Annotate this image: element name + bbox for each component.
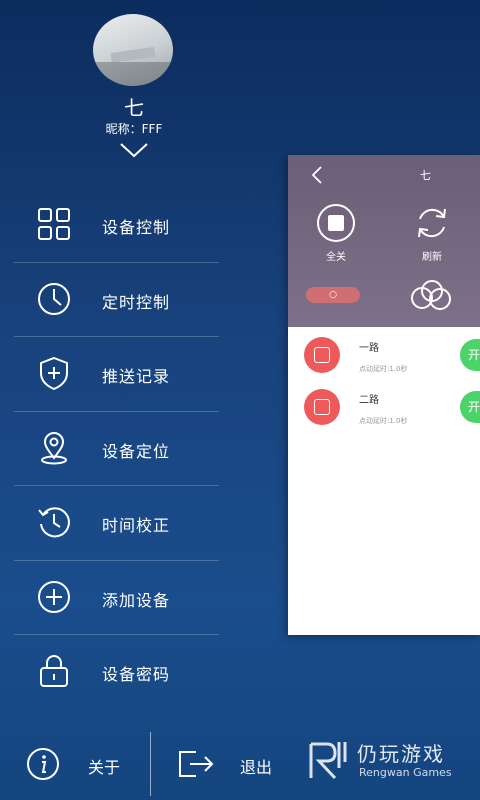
square-icon <box>314 399 330 415</box>
info-icon[interactable] <box>25 746 61 782</box>
profile-name: 七 <box>124 96 144 120</box>
watermark-en: Rengwan Games <box>359 766 452 779</box>
menu-item-label: 设备定位 <box>102 441 171 461</box>
profile-nickname-line: 昵称：FFF <box>105 122 163 136</box>
menu-item-device-location[interactable]: 设备定位 <box>14 412 219 486</box>
channel-row: 二路 点动延时:1.0秒 开 <box>288 389 480 441</box>
channel-switch-button[interactable] <box>304 389 340 425</box>
channel-row: 一路 点动延时:1.0秒 开 <box>288 337 480 389</box>
watermark: 仍玩游戏 Rengwan Games <box>305 736 480 786</box>
channel-delay: 点动延时:1.0秒 <box>359 417 408 425</box>
channel-toggle[interactable]: 开 <box>460 391 480 423</box>
avatar-photo-shadow <box>93 62 173 86</box>
card-title: 七 <box>420 169 431 182</box>
menu-item-label: 设备密码 <box>102 665 171 684</box>
refresh-label: 刷新 <box>422 252 442 263</box>
footer-divider <box>150 732 151 796</box>
menu-item-add-device[interactable]: 添加设备 <box>14 561 219 635</box>
plus-circle-icon <box>38 580 70 613</box>
menu-item-label: 定时控制 <box>102 292 171 312</box>
refresh-icon[interactable] <box>412 203 452 243</box>
all-off-icon[interactable] <box>316 203 356 243</box>
shield-plus-icon <box>40 356 68 391</box>
history-icon <box>38 507 70 538</box>
avatar-photo-beam <box>110 46 156 64</box>
logout-icon[interactable] <box>176 746 216 782</box>
side-menu: 设备控制 定时控制 推送记录 设备定位 时间校正 添加设备 设备密码 <box>14 188 219 709</box>
menu-item-label: 推送记录 <box>102 367 171 386</box>
back-arrow-icon[interactable] <box>310 165 324 185</box>
location-pin-icon <box>41 431 67 464</box>
channel-toggle[interactable]: 开 <box>460 339 480 371</box>
menu-item-push-records[interactable]: 推送记录 <box>14 337 219 412</box>
about-button[interactable]: 关于 <box>88 754 120 778</box>
device-preview-card: 七 全关 刷新 ○ 一路 点动延时:1.0秒 开 二路 点动延时:1.0秒 开 <box>288 155 480 635</box>
menu-item-label: 添加设备 <box>102 590 171 610</box>
menu-item-device-control[interactable]: 设备控制 <box>14 188 219 263</box>
grid-icon <box>38 208 70 240</box>
all-off-label: 全关 <box>326 252 346 263</box>
mode-pill[interactable]: ○ <box>306 287 360 303</box>
channel-delay: 点动延时:1.0秒 <box>359 365 408 373</box>
menu-item-timer-control[interactable]: 定时控制 <box>14 263 219 337</box>
profile-header: 七 昵称：FFF <box>0 0 268 170</box>
channel-name: 一路 <box>359 343 379 354</box>
card-header: 七 全关 刷新 ○ <box>288 155 480 327</box>
menu-item-label: 时间校正 <box>102 516 171 535</box>
footer-bar: 关于 退出 <box>0 732 300 800</box>
chevron-down-icon[interactable] <box>119 141 149 159</box>
exit-button[interactable]: 退出 <box>240 754 272 778</box>
channel-switch-button[interactable] <box>304 337 340 373</box>
watermark-cn: 仍玩游戏 <box>357 742 445 766</box>
cloud-icon[interactable] <box>408 279 454 311</box>
square-icon <box>314 347 330 363</box>
channel-name: 二路 <box>359 395 379 406</box>
lock-icon <box>40 655 68 687</box>
menu-item-time-correction[interactable]: 时间校正 <box>14 486 219 561</box>
menu-item-device-password[interactable]: 设备密码 <box>14 635 219 709</box>
menu-item-label: 设备控制 <box>102 218 171 237</box>
clock-icon <box>38 282 70 315</box>
avatar[interactable] <box>93 14 173 86</box>
rengwan-logo-icon <box>309 742 347 780</box>
